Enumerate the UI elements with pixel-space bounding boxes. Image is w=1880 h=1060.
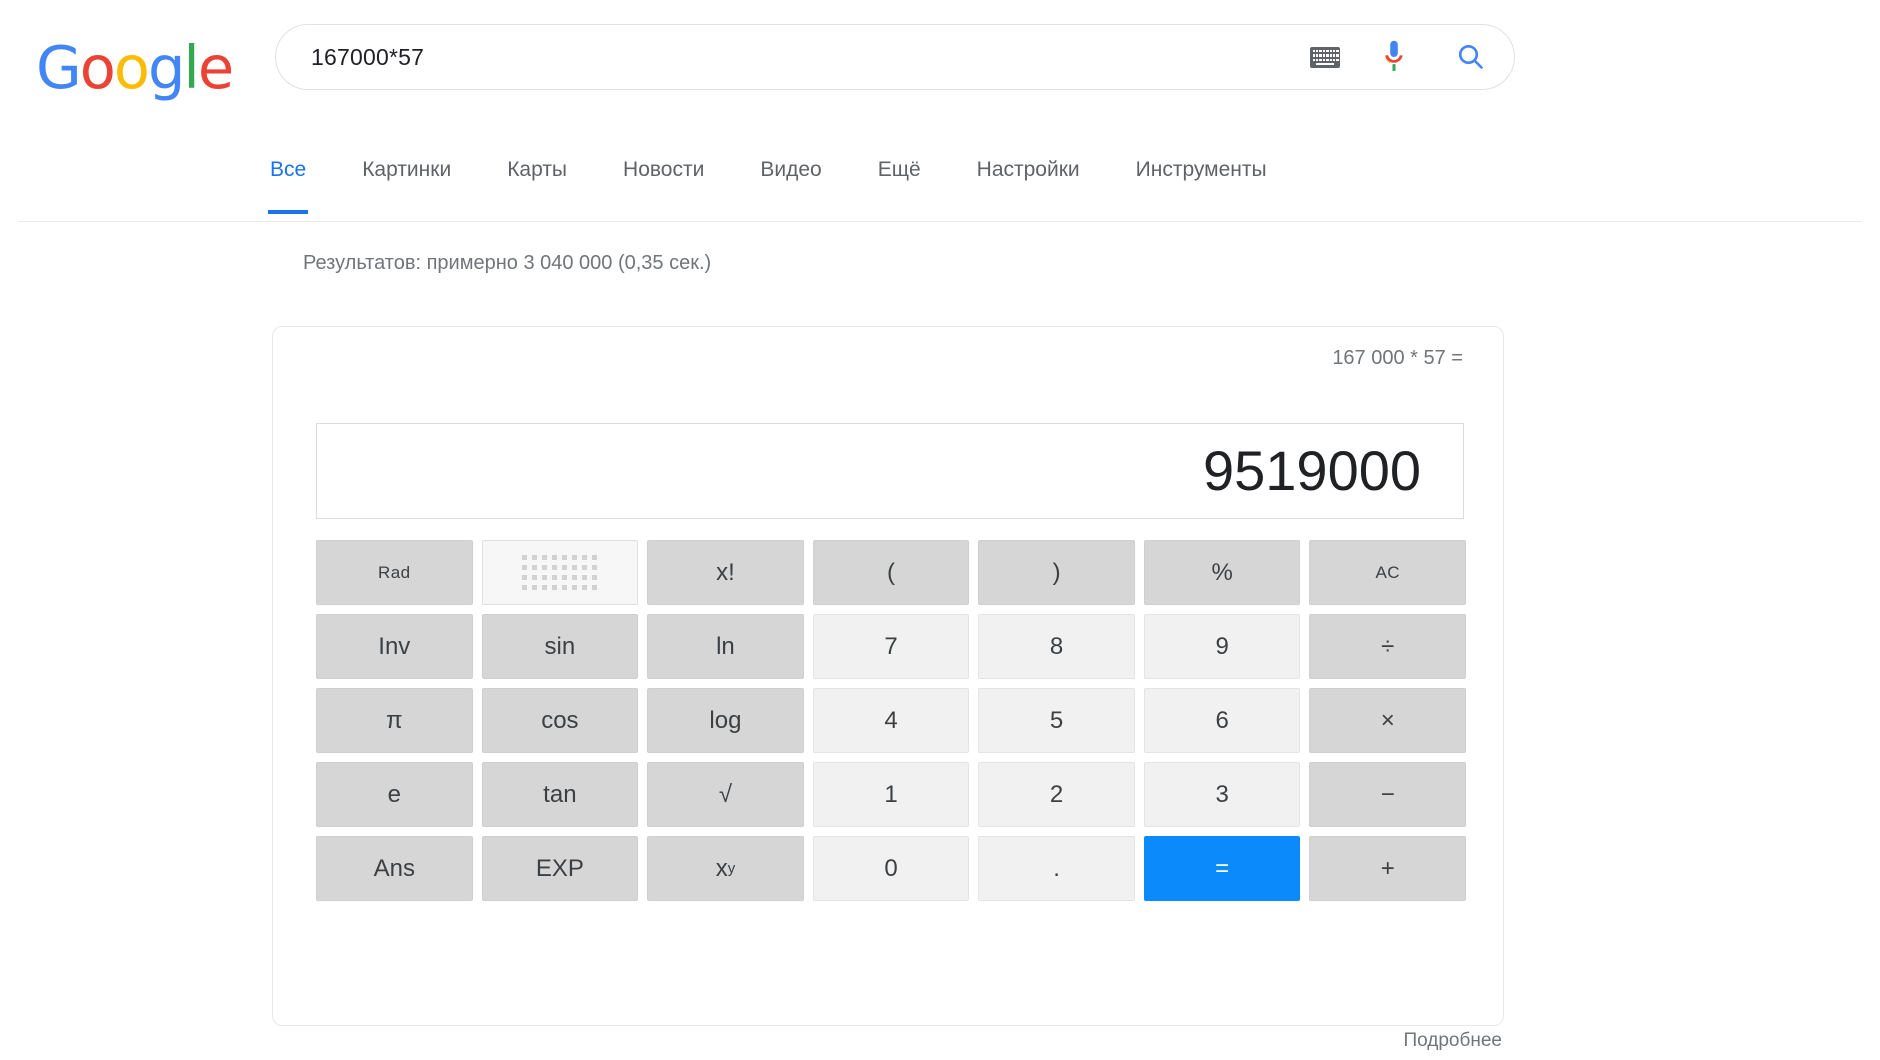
- key-factorial[interactable]: x!: [647, 540, 804, 605]
- key-all-clear[interactable]: AC: [1309, 540, 1467, 605]
- key-tan[interactable]: tan: [481, 762, 639, 827]
- key-6[interactable]: 6: [1143, 688, 1301, 753]
- key-inv[interactable]: Inv: [316, 614, 473, 679]
- calculator-display[interactable]: 9519000: [316, 423, 1464, 519]
- key-sqrt[interactable]: √: [647, 762, 804, 827]
- key-pi[interactable]: π: [316, 688, 473, 753]
- key-5[interactable]: 5: [978, 688, 1135, 753]
- key-minus[interactable]: −: [1309, 762, 1467, 827]
- key-8[interactable]: 8: [978, 614, 1135, 679]
- tab-news[interactable]: Новости: [623, 150, 704, 214]
- key-paren-close[interactable]: ): [978, 540, 1135, 605]
- key-decimal[interactable]: .: [978, 836, 1135, 901]
- search-bar[interactable]: [275, 24, 1515, 90]
- key-e[interactable]: e: [316, 762, 473, 827]
- key-power[interactable]: xy: [647, 836, 804, 901]
- key-power-base: x: [715, 854, 728, 882]
- key-divide[interactable]: ÷: [1309, 614, 1467, 679]
- key-paren-open[interactable]: (: [812, 540, 970, 605]
- microphone-icon[interactable]: [1360, 24, 1428, 90]
- more-link[interactable]: Подробнее: [1403, 1030, 1502, 1052]
- nav-tabs-row: Все Картинки Карты Новости Видео Ещё Нас…: [0, 150, 1880, 222]
- key-3[interactable]: 3: [1143, 762, 1301, 827]
- key-plus[interactable]: +: [1309, 836, 1467, 901]
- logo-letter-e: e: [197, 33, 234, 102]
- key-4[interactable]: 4: [812, 688, 970, 753]
- calculator-keypad: Rad x! ( ) % AC Inv sin ln 7 8 9 ÷ π cos…: [316, 540, 1467, 901]
- key-cos[interactable]: cos: [481, 688, 639, 753]
- key-2[interactable]: 2: [978, 762, 1135, 827]
- key-percent[interactable]: %: [1143, 540, 1301, 605]
- tab-video[interactable]: Видео: [760, 150, 821, 214]
- key-9[interactable]: 9: [1143, 614, 1301, 679]
- keypad-row-5: Ans EXP xy 0 . = +: [316, 836, 1467, 901]
- key-multiply[interactable]: ×: [1309, 688, 1467, 753]
- google-logo[interactable]: Google: [36, 33, 234, 102]
- key-1[interactable]: 1: [812, 762, 970, 827]
- keypad-grid-icon[interactable]: [481, 540, 639, 605]
- logo-letter-g2: g: [147, 33, 185, 102]
- logo-letter-o2: o: [113, 33, 150, 102]
- keypad-row-2: Inv sin ln 7 8 9 ÷: [316, 614, 1467, 679]
- keypad-row-3: π cos log 4 5 6 ×: [316, 688, 1467, 753]
- key-exp[interactable]: EXP: [481, 836, 639, 901]
- logo-letter-o1: o: [79, 33, 116, 102]
- result-stats: Результатов: примерно 3 040 000 (0,35 се…: [303, 252, 712, 274]
- key-equals[interactable]: =: [1143, 836, 1301, 901]
- tab-all[interactable]: Все: [267, 150, 309, 214]
- key-7[interactable]: 7: [812, 614, 970, 679]
- keypad-row-1: Rad x! ( ) % AC: [316, 540, 1467, 605]
- key-power-exponent: y: [727, 860, 736, 877]
- logo-letter-g1: G: [36, 33, 82, 102]
- key-ln[interactable]: ln: [647, 614, 804, 679]
- search-icon[interactable]: [1428, 24, 1514, 90]
- key-rad[interactable]: Rad: [316, 540, 473, 605]
- tab-maps[interactable]: Карты: [507, 150, 567, 214]
- keypad-row-4: e tan √ 1 2 3 −: [316, 762, 1467, 827]
- nav-divider: [18, 221, 1862, 222]
- nav-tabs: Все Картинки Карты Новости Видео Ещё Нас…: [267, 150, 1323, 214]
- calculator-card: 167 000 * 57 = 9519000 Rad x! ( ) % AC I…: [272, 326, 1504, 1026]
- key-ans[interactable]: Ans: [316, 836, 473, 901]
- key-sin[interactable]: sin: [481, 614, 639, 679]
- page-header: Google Все Картинки Карты Ново: [0, 0, 1880, 222]
- tab-more[interactable]: Ещё: [878, 150, 921, 214]
- logo-letter-l: l: [183, 33, 199, 102]
- key-0[interactable]: 0: [812, 836, 970, 901]
- tab-images[interactable]: Картинки: [362, 150, 451, 214]
- key-log[interactable]: log: [647, 688, 804, 753]
- calculator-result: 9519000: [1202, 439, 1421, 502]
- keyboard-icon[interactable]: [1290, 24, 1360, 90]
- tab-tools[interactable]: Инструменты: [1136, 150, 1267, 214]
- calculator-expression: 167 000 * 57 =: [1332, 347, 1463, 369]
- tab-settings[interactable]: Настройки: [977, 150, 1080, 214]
- search-input[interactable]: [276, 43, 1290, 71]
